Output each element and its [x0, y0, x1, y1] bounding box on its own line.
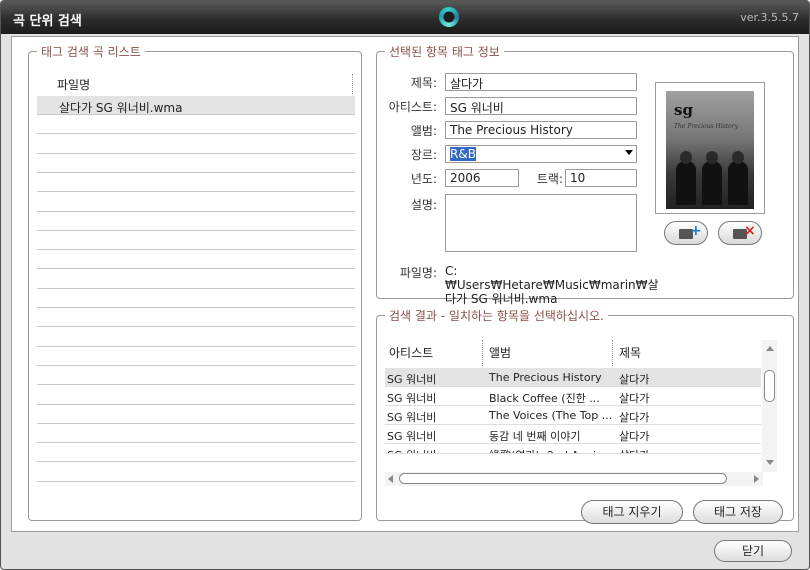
artist-field[interactable]: SG 워너비: [445, 97, 637, 115]
title-field[interactable]: 살다가: [445, 73, 637, 91]
file-list-row[interactable]: 살다가 SG 워너비.wma: [37, 96, 355, 115]
scroll-left-icon[interactable]: [388, 475, 393, 483]
app-logo-icon: [439, 7, 459, 27]
file-list-group: 태그 검색 곡 리스트 파일명 살다가 SG 워너비.wma: [28, 43, 362, 521]
search-results-legend: 검색 결과 - 일치하는 항목을 선택하십시오.: [389, 309, 604, 323]
year-label: 년도:: [410, 172, 437, 186]
artist-column-header[interactable]: 아티스트: [385, 340, 483, 366]
file-list-row[interactable]: [37, 212, 355, 231]
result-cell: 살다가: [619, 447, 759, 453]
title-column-header[interactable]: 제목: [615, 340, 763, 366]
save-tags-button[interactable]: 태그 저장: [693, 500, 783, 524]
result-cell: The Precious History: [489, 371, 602, 384]
result-cell: 동감 네 번째 이야기: [489, 430, 581, 443]
file-path-value: C:₩Users₩Hetare₩Music₩marin₩살다가 SG 워너비.w…: [445, 264, 659, 306]
result-cell: SG 워너비: [387, 411, 437, 424]
result-cell: 살다가: [619, 373, 650, 386]
result-cell: 살다가: [619, 430, 650, 443]
file-list-row[interactable]: [37, 231, 355, 251]
result-cell: 살다가: [619, 411, 650, 424]
result-row[interactable]: SG 워너비 緣歌(연가): 2nd Anniv... 살다가: [385, 444, 761, 454]
scroll-up-icon[interactable]: [766, 346, 774, 351]
album-column-header[interactable]: 앨범: [485, 340, 613, 366]
result-cell: SG 워너비: [387, 430, 437, 443]
cover-subtitle: The Precious History: [674, 123, 739, 130]
artist-label: 아티스트:: [388, 100, 437, 114]
file-list-row[interactable]: [37, 463, 355, 482]
album-cover-image: sg The Precious History: [666, 91, 754, 209]
scroll-thumb[interactable]: [764, 370, 775, 402]
results-horizontal-scrollbar[interactable]: [385, 472, 763, 486]
chevron-down-icon[interactable]: [625, 150, 633, 155]
tag-info-legend: 선택된 항목 태그 정보: [389, 45, 500, 59]
main-panel: 태그 검색 곡 리스트 파일명 살다가 SG 워너비.wma 선택된 항목 태그…: [11, 36, 799, 532]
file-list-row[interactable]: [37, 424, 355, 444]
file-list-row[interactable]: [37, 135, 355, 154]
search-results-group: 검색 결과 - 일치하는 항목을 선택하십시오. 아티스트 앨범 제목 SG 워…: [376, 307, 794, 524]
cover-figure: [728, 151, 748, 205]
file-list-row[interactable]: [37, 250, 355, 270]
file-path-label: 파일명:: [399, 266, 437, 280]
track-field[interactable]: 10: [565, 169, 637, 187]
result-row[interactable]: SG 워너비 동감 네 번째 이야기 살다가: [385, 425, 761, 444]
genre-value: R&B: [450, 147, 476, 161]
file-name: 살다가 SG 워너비.wma: [59, 101, 183, 115]
result-cell: 살다가: [619, 392, 650, 405]
genre-label: 장르:: [410, 148, 437, 162]
album-art-frame: sg The Precious History: [655, 82, 765, 214]
scroll-right-icon[interactable]: [754, 475, 759, 483]
filename-column-header: 파일명: [57, 78, 91, 92]
file-list-row[interactable]: [37, 405, 355, 424]
file-list-row[interactable]: [37, 347, 355, 366]
clear-tags-button[interactable]: 태그 지우기: [581, 500, 683, 524]
result-cell: SG 워너비: [387, 373, 437, 386]
title-label: 제목:: [410, 76, 437, 90]
file-list-row[interactable]: [37, 386, 355, 405]
file-list-row[interactable]: [37, 193, 355, 212]
file-list-row[interactable]: [37, 173, 355, 193]
plus-icon: +: [690, 223, 702, 239]
scroll-down-icon[interactable]: [766, 460, 774, 465]
window-title: 곡 단위 검색: [13, 14, 82, 29]
close-button[interactable]: 닫기: [714, 540, 792, 562]
file-list-legend: 태그 검색 곡 리스트: [41, 45, 141, 59]
file-list-row[interactable]: [37, 115, 355, 135]
tag-info-group: 선택된 항목 태그 정보 제목: 살다가 아티스트: SG 워너비 앨범: Th…: [376, 43, 794, 306]
file-list-row[interactable]: [37, 289, 355, 308]
genre-dropdown[interactable]: R&B: [445, 145, 637, 163]
album-label: 앨범:: [410, 124, 437, 138]
file-list-row[interactable]: [37, 443, 355, 463]
file-list-header[interactable]: 파일명: [37, 74, 353, 94]
result-row[interactable]: SG 워너비 The Voices (The Top ... 살다가: [385, 406, 761, 425]
file-list-row[interactable]: [37, 308, 355, 328]
results-vertical-scrollbar[interactable]: [762, 340, 777, 472]
file-list-row[interactable]: [37, 328, 355, 347]
remove-cover-button[interactable]: ×: [718, 221, 762, 245]
track-label: 트랙:: [536, 172, 563, 186]
cover-figure: [676, 151, 696, 205]
dialog-window: 곡 단위 검색 ver.3.5.5.7 태그 검색 곡 리스트 파일명 살다가 …: [0, 0, 810, 570]
result-cell: Black Coffee (진한 ...: [489, 392, 600, 405]
version-label: ver.3.5.5.7: [740, 11, 799, 24]
cover-figure: [702, 151, 722, 205]
results-table: 아티스트 앨범 제목 SG 워너비 The Precious History 살다가…: [385, 340, 777, 486]
description-label: 설명:: [410, 198, 437, 212]
result-cell: The Voices (The Top ...: [489, 409, 613, 422]
file-list-row[interactable]: [37, 154, 355, 173]
add-cover-button[interactable]: +: [664, 221, 708, 245]
title-bar[interactable]: 곡 단위 검색 ver.3.5.5.7: [1, 1, 809, 34]
delete-icon: ×: [744, 223, 756, 239]
album-field[interactable]: The Precious History: [445, 121, 637, 139]
result-cell: SG 워너비: [387, 392, 437, 405]
result-row[interactable]: SG 워너비 The Precious History 살다가: [385, 368, 761, 387]
result-row[interactable]: SG 워너비 Black Coffee (진한 ... 살다가: [385, 387, 761, 406]
file-list-row[interactable]: [37, 366, 355, 386]
horizontal-scroll-thumb[interactable]: [399, 473, 727, 484]
cover-brand: sg: [674, 101, 693, 119]
file-list-row[interactable]: [37, 270, 355, 289]
result-cell: SG 워너비: [387, 447, 483, 453]
result-cell: 緣歌(연가): 2nd Anniv...: [489, 447, 613, 453]
description-field[interactable]: [445, 194, 637, 252]
